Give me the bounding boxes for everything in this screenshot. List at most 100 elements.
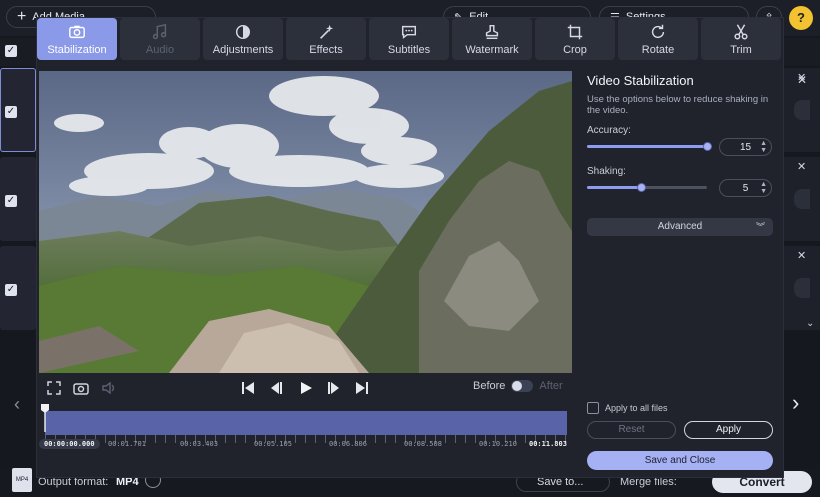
tab-label: Rotate xyxy=(641,43,675,56)
apply-button[interactable]: Apply xyxy=(684,421,773,439)
accuracy-slider-fill xyxy=(587,145,707,148)
plus-icon: + xyxy=(17,8,27,25)
before-after-toggle-group: Before After xyxy=(473,380,563,392)
timecode-mark: 00:03.403 xyxy=(180,440,218,448)
step-back-icon xyxy=(271,382,282,394)
file-3-right-area: ✕ xyxy=(784,246,820,330)
fullscreen-icon xyxy=(47,381,61,395)
advanced-expander[interactable]: Advanced ︾ xyxy=(587,218,773,236)
spin-arrows-icon[interactable]: ▲ ▼ xyxy=(760,181,767,195)
go-to-start-button[interactable] xyxy=(241,380,255,396)
close-icon[interactable]: ✕ xyxy=(797,249,806,262)
tab-label: Subtitles xyxy=(387,43,431,56)
file-2-checkbox[interactable]: ✓ xyxy=(5,195,17,207)
before-after-toggle[interactable] xyxy=(511,380,534,392)
tab-adjustments[interactable]: Adjustments xyxy=(203,18,283,60)
camera-stabilize-icon xyxy=(69,25,85,38)
tab-label: Watermark xyxy=(465,43,519,56)
go-to-end-button[interactable] xyxy=(355,380,369,396)
accuracy-label: Accuracy: xyxy=(587,125,631,136)
tab-trim[interactable]: Trim xyxy=(701,18,781,60)
prev-arrow-icon[interactable]: ‹ xyxy=(14,394,20,415)
apply-to-all-checkbox[interactable] xyxy=(587,402,599,414)
select-all-checkbox[interactable]: ✓ xyxy=(5,45,17,57)
tab-audio: Audio xyxy=(120,18,200,60)
panel-description: Use the options below to reduce shaking … xyxy=(587,94,769,116)
save-and-close-button[interactable]: Save and Close xyxy=(587,451,773,470)
next-arrow-icon[interactable]: › xyxy=(792,390,799,416)
tab-label: Adjustments xyxy=(212,43,274,56)
tab-crop[interactable]: Crop xyxy=(535,18,615,60)
next-frame-button[interactable] xyxy=(327,380,341,396)
tab-effects[interactable]: Effects xyxy=(286,18,366,60)
chevron-down-icon[interactable]: ⌄ xyxy=(806,318,814,329)
timecode-mark: 00:01.701 xyxy=(108,440,146,448)
close-icon[interactable]: ✕ xyxy=(797,160,806,173)
timeline-timecodes: 00:00:00.000 00:01.701 00:03.403 00:05.1… xyxy=(39,439,570,452)
shaking-value: 5 xyxy=(742,182,749,194)
help-button[interactable]: ? xyxy=(789,6,813,30)
snapshot-button[interactable] xyxy=(73,380,89,396)
edit-dialog: Stabilization Audio Adjustments Effects … xyxy=(36,17,807,478)
shaking-spinbox[interactable]: 5 ▲ ▼ xyxy=(719,179,772,197)
scissors-icon xyxy=(734,23,748,39)
speaker-icon xyxy=(102,381,115,395)
play-icon xyxy=(301,382,312,394)
tab-label: Crop xyxy=(563,43,587,56)
skip-end-icon xyxy=(356,382,368,394)
shaking-slider-knob[interactable] xyxy=(637,183,646,192)
tab-label: Trim xyxy=(730,43,752,56)
tab-rotate[interactable]: Rotate xyxy=(618,18,698,60)
after-label: After xyxy=(539,380,563,392)
timecode-mark: 00:08.508 xyxy=(404,440,442,448)
panel-title: Video Stabilization xyxy=(587,73,694,88)
tab-label: Effects xyxy=(309,43,343,56)
format-file-icon[interactable]: MP4 xyxy=(12,468,32,492)
apply-to-all-label: Apply to all files xyxy=(605,403,668,413)
camera-icon xyxy=(73,383,89,395)
file-3-checkbox[interactable]: ✓ xyxy=(5,284,17,296)
playhead-handle[interactable] xyxy=(41,404,49,432)
edit-tabs: Stabilization Audio Adjustments Effects … xyxy=(37,18,783,62)
contrast-icon xyxy=(235,24,251,39)
magic-wand-icon xyxy=(320,24,334,39)
music-note-icon xyxy=(152,23,167,39)
rotate-icon xyxy=(651,24,665,38)
accuracy-slider-knob[interactable] xyxy=(703,142,712,151)
stamp-icon xyxy=(485,24,499,39)
timecode-mark: 00:10.210 xyxy=(479,440,517,448)
apply-to-all-option[interactable]: Apply to all files xyxy=(587,402,668,414)
before-label: Before xyxy=(473,380,506,392)
shaking-slider[interactable] xyxy=(587,183,707,192)
accuracy-value: 15 xyxy=(739,141,752,153)
step-forward-icon xyxy=(328,382,339,394)
crop-icon xyxy=(567,24,583,39)
file-2-right-area: ✕ xyxy=(784,157,820,241)
video-preview[interactable] xyxy=(39,71,572,373)
timeline-track[interactable] xyxy=(45,411,567,435)
accuracy-slider[interactable] xyxy=(587,142,712,151)
play-button[interactable] xyxy=(299,380,313,396)
accuracy-spinbox[interactable]: 15 ▲ ▼ xyxy=(719,138,772,156)
speech-bubble-icon xyxy=(401,25,417,39)
previous-frame-button[interactable] xyxy=(269,380,283,396)
reset-button[interactable]: Reset xyxy=(587,421,676,439)
tab-stabilization[interactable]: Stabilization xyxy=(37,18,117,60)
timecode-mark: 00:05.105 xyxy=(254,440,292,448)
shaking-slider-fill xyxy=(587,186,641,189)
file-1-checkbox[interactable]: ✓ xyxy=(5,106,17,118)
tab-label: Audio xyxy=(145,43,175,56)
tab-subtitles[interactable]: Subtitles xyxy=(369,18,449,60)
advanced-label: Advanced xyxy=(657,221,703,232)
end-timecode: 00:11.803 xyxy=(529,440,567,448)
fullscreen-button[interactable] xyxy=(47,380,61,396)
close-dialog-icon[interactable]: ✕ xyxy=(797,73,807,87)
skip-start-icon xyxy=(242,382,254,394)
video-frame xyxy=(39,71,572,373)
volume-button xyxy=(101,380,117,396)
spin-arrows-icon[interactable]: ▲ ▼ xyxy=(760,140,767,154)
tab-watermark[interactable]: Watermark xyxy=(452,18,532,60)
tab-label: Stabilization xyxy=(47,43,107,56)
shaking-label: Shaking: xyxy=(587,166,626,177)
current-timecode: 00:00:00.000 xyxy=(39,439,100,449)
